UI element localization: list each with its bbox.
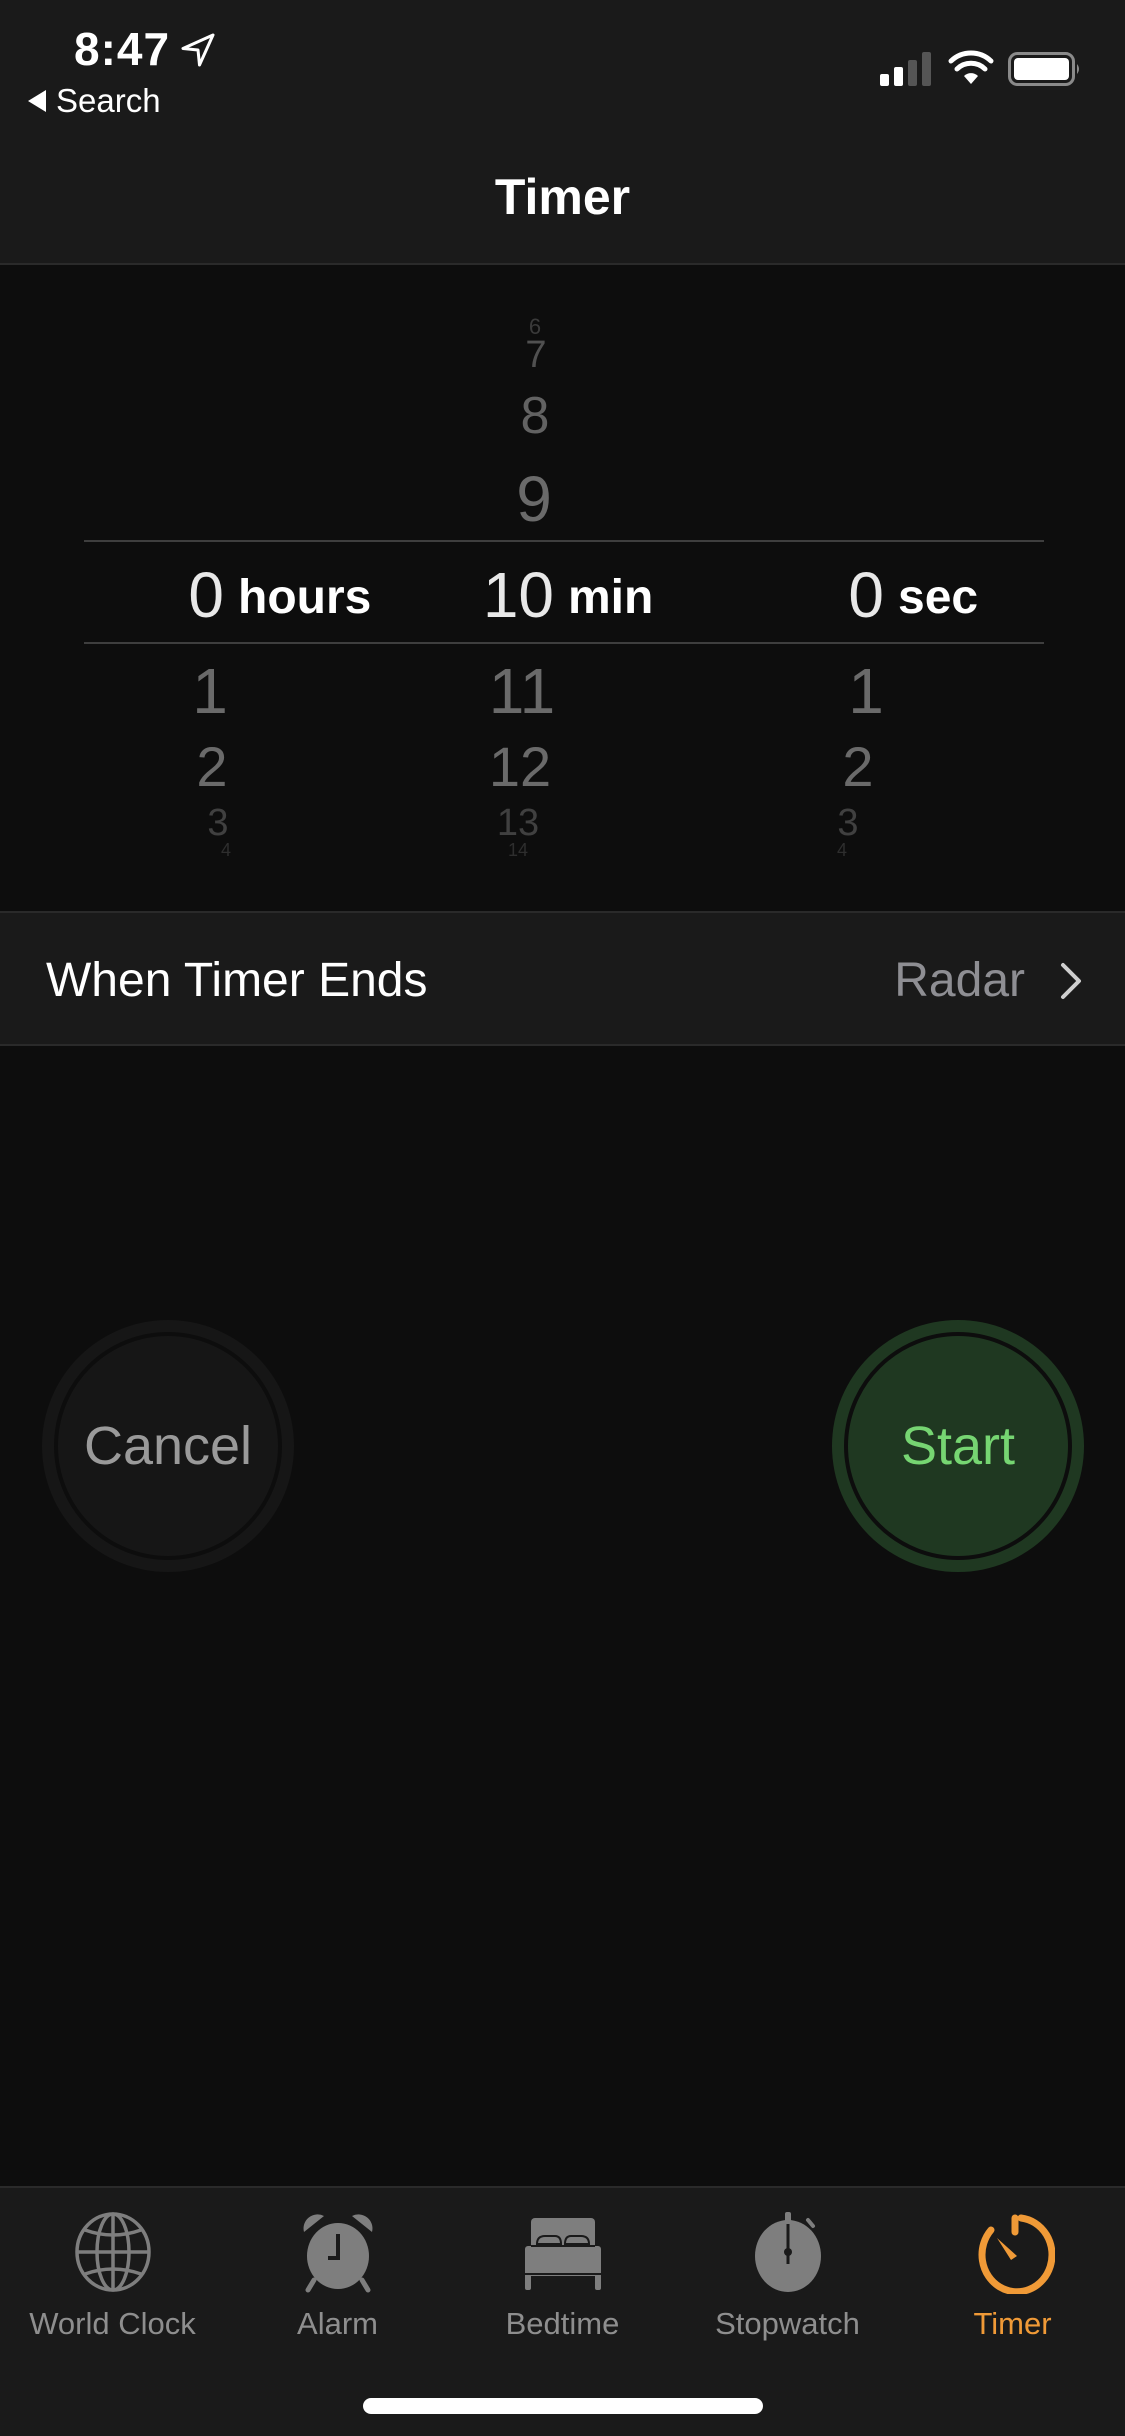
wifi-icon: [948, 50, 994, 84]
picker-minutes-item[interactable]: 13: [458, 802, 578, 845]
picker-hours-item[interactable]: 1: [150, 654, 270, 728]
tab-timer[interactable]: Timer: [900, 2210, 1125, 2342]
status-time: 8:47: [74, 23, 171, 75]
picker-minutes-item[interactable]: 8: [475, 386, 595, 446]
alarm-clock-icon: [303, 2214, 372, 2293]
picker-minutes-item[interactable]: 11: [462, 654, 582, 728]
start-button[interactable]: Start: [832, 1320, 1084, 1572]
start-button-label: Start: [844, 1332, 1072, 1560]
back-to-search-link[interactable]: Search: [28, 82, 161, 120]
battery-icon: [1008, 52, 1079, 86]
navigation-header: 8:47 Search Timer: [0, 0, 1125, 265]
picker-hours-item[interactable]: 4: [166, 840, 286, 861]
page-title: Timer: [494, 169, 631, 225]
when-timer-ends-row[interactable]: When Timer Ends Radar: [0, 911, 1125, 1046]
picker-hours-item[interactable]: 2: [152, 734, 272, 799]
tab-bedtime[interactable]: Bedtime: [450, 2210, 675, 2342]
picker-hours-item[interactable]: 3: [158, 802, 278, 845]
picker-seconds-item[interactable]: 3: [788, 802, 908, 845]
tab-alarm[interactable]: Alarm: [225, 2210, 450, 2342]
tab-label: Alarm: [297, 2306, 378, 2341]
tab-label: Stopwatch: [715, 2306, 860, 2341]
globe-icon: [74, 2212, 151, 2292]
timer-duration-picker[interactable]: 6 7 8 9 0 hours 10 min 0 sec 1 2 3 4 11 …: [0, 266, 1125, 910]
chevron-right-icon: [1061, 963, 1081, 999]
picker-hours-unit: hours: [238, 571, 372, 624]
stopwatch-icon: [754, 2212, 821, 2292]
picker-minutes-item[interactable]: 12: [460, 734, 580, 799]
picker-seconds-item[interactable]: 2: [798, 734, 918, 799]
tab-label: Bedtime: [505, 2306, 620, 2341]
cancel-button[interactable]: Cancel: [42, 1320, 294, 1572]
tab-label: Timer: [973, 2306, 1052, 2341]
selection-top-divider: [84, 540, 1044, 542]
bed-icon: [524, 2218, 601, 2290]
picker-seconds-item[interactable]: 1: [806, 654, 926, 728]
tab-label: World Clock: [29, 2306, 196, 2341]
cellular-signal-icon: [880, 52, 931, 86]
cancel-button-label: Cancel: [54, 1332, 282, 1560]
picker-minutes-item[interactable]: 9: [474, 462, 594, 536]
back-label: Search: [56, 82, 161, 119]
selection-bottom-divider: [84, 642, 1044, 644]
picker-seconds-selected[interactable]: 0: [848, 558, 884, 632]
timer-icon: [978, 2214, 1055, 2294]
picker-minutes-item[interactable]: 14: [458, 840, 578, 861]
picker-minutes-selected[interactable]: 10: [483, 558, 554, 632]
picker-seconds-unit: sec: [898, 571, 979, 624]
picker-minutes-item[interactable]: 7: [476, 334, 596, 377]
timer-sound-value: Radar: [894, 954, 1025, 1007]
tab-world-clock[interactable]: World Clock: [0, 2210, 225, 2342]
when-timer-ends-label: When Timer Ends: [46, 954, 428, 1007]
picker-hours-selected[interactable]: 0: [188, 558, 224, 632]
picker-seconds-item[interactable]: 4: [782, 840, 902, 861]
picker-minutes-unit: min: [568, 571, 654, 624]
back-triangle-icon: [28, 90, 46, 112]
location-arrow-icon: [181, 33, 215, 67]
tab-stopwatch[interactable]: Stopwatch: [675, 2210, 900, 2342]
home-indicator[interactable]: [363, 2398, 763, 2414]
